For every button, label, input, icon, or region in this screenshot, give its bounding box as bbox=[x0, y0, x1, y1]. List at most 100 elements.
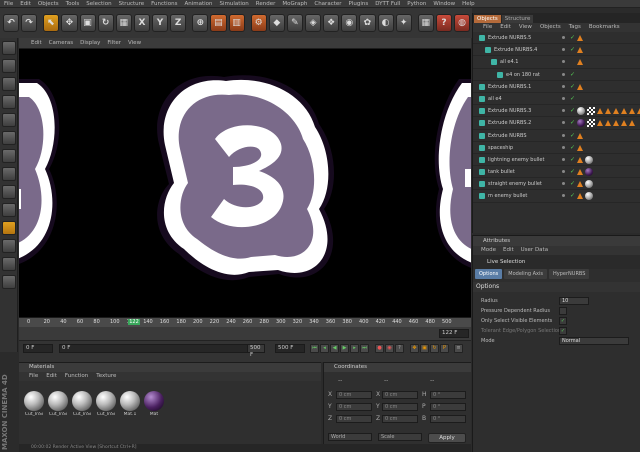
phong-tag-icon[interactable] bbox=[629, 120, 635, 127]
object-row[interactable]: Extrude NURBS ✓ bbox=[473, 130, 640, 142]
objects-menu-edit[interactable]: Edit bbox=[500, 24, 511, 30]
attribute-tab-modeling-axis[interactable]: Modeling Axis bbox=[504, 269, 548, 279]
live-selection-left-icon[interactable] bbox=[2, 221, 16, 235]
viewport-menu-display[interactable]: Display bbox=[80, 40, 100, 46]
mode-select[interactable]: Normal bbox=[559, 337, 629, 345]
play-icon[interactable]: ▶ bbox=[340, 344, 349, 353]
deformer-icon[interactable]: ◉ bbox=[341, 14, 358, 32]
visibility-dot-icon[interactable] bbox=[562, 157, 565, 161]
next-frame-icon[interactable]: ▸ bbox=[350, 344, 359, 353]
object-row[interactable]: Extrude NURBS.2 ✓ bbox=[473, 117, 640, 130]
attribute-checkbox[interactable]: ✓ bbox=[559, 327, 567, 335]
tab-structure[interactable]: Structure bbox=[501, 15, 534, 23]
coordinate-system-icon[interactable]: ⊕ bbox=[192, 14, 209, 32]
object-row[interactable]: Extrude NURBS.1 ✓ bbox=[473, 81, 640, 93]
object-row[interactable]: Extrude NURBS.5 ✓ bbox=[473, 32, 640, 45]
object-row[interactable]: m enemy bullet ✓ bbox=[473, 190, 640, 203]
position-key-icon[interactable]: ✥ bbox=[410, 344, 419, 353]
visibility-dot-icon[interactable] bbox=[562, 109, 565, 113]
visibility-dot-icon[interactable] bbox=[562, 194, 565, 198]
model-tool-icon[interactable] bbox=[2, 59, 16, 73]
phong-tag-icon[interactable] bbox=[577, 144, 583, 151]
menu-objects[interactable]: Objects bbox=[38, 1, 59, 7]
phong-tag-icon[interactable] bbox=[613, 120, 619, 127]
object-name[interactable]: all e4.1 bbox=[500, 56, 518, 68]
objects-menu-objects[interactable]: Objects bbox=[540, 24, 561, 30]
objects-menu-bookmarks[interactable]: Bookmarks bbox=[589, 24, 620, 30]
object-name[interactable]: tank bullet bbox=[488, 166, 515, 178]
rotation-key-icon[interactable]: ↻ bbox=[430, 344, 439, 353]
enabled-check-icon[interactable]: ✓ bbox=[570, 81, 575, 93]
visibility-dot-icon[interactable] bbox=[562, 145, 565, 149]
go-to-start-icon[interactable]: ⏮ bbox=[310, 344, 319, 353]
menu-python[interactable]: Python bbox=[407, 1, 426, 7]
scale-key-icon[interactable]: ▣ bbox=[420, 344, 429, 353]
render-settings-icon[interactable]: ⚙ bbox=[250, 14, 267, 32]
materials-menu-function[interactable]: Function bbox=[65, 373, 88, 379]
objects-menu-file[interactable]: File bbox=[483, 24, 492, 30]
prev-key-icon[interactable]: ◂ bbox=[320, 344, 329, 353]
visibility-dot-icon[interactable] bbox=[562, 84, 565, 88]
material-tag-icon[interactable] bbox=[577, 119, 585, 128]
menu-selection[interactable]: Selection bbox=[86, 1, 111, 7]
object-name[interactable]: e4 on 180 rat bbox=[506, 69, 540, 81]
phong-tag-icon[interactable] bbox=[577, 35, 583, 41]
enabled-check-icon[interactable]: ✓ bbox=[570, 166, 575, 178]
recent-tools-icon[interactable]: ▦ bbox=[115, 14, 132, 32]
object-name[interactable]: Extrude NURBS.5 bbox=[488, 32, 531, 44]
uvw-tag-icon[interactable] bbox=[587, 119, 595, 128]
attributes-menu-edit[interactable]: Edit bbox=[503, 247, 514, 253]
z-axis-icon[interactable]: Z bbox=[170, 14, 187, 32]
attribute-tab-hypernurbs[interactable]: HyperNURBS bbox=[549, 269, 590, 279]
phong-tag-icon[interactable] bbox=[577, 156, 583, 163]
enabled-check-icon[interactable]: ✓ bbox=[570, 93, 575, 105]
redo-icon[interactable]: ↷ bbox=[21, 14, 38, 32]
object-name[interactable]: Extrude NURBS.1 bbox=[488, 81, 531, 93]
points-mode-icon[interactable] bbox=[2, 113, 16, 127]
object-row[interactable]: Extrude NURBS.3 ✓ bbox=[473, 105, 640, 118]
material-tag-icon[interactable] bbox=[585, 180, 593, 189]
menu-tools[interactable]: Tools bbox=[66, 1, 80, 7]
phong-tag-icon[interactable] bbox=[605, 108, 611, 115]
object-row[interactable]: spaceship ✓ bbox=[473, 142, 640, 154]
attribute-checkbox[interactable]: ✓ bbox=[559, 317, 567, 325]
enable-axis-icon[interactable] bbox=[2, 167, 16, 181]
object-row[interactable]: lightning enemy bullet ✓ bbox=[473, 154, 640, 167]
phong-tag-icon[interactable] bbox=[577, 193, 583, 200]
end-frame-field[interactable]: 500 F bbox=[275, 344, 305, 353]
phong-tag-icon[interactable] bbox=[597, 108, 603, 115]
size-field[interactable]: 0 cm bbox=[382, 391, 418, 399]
material-swatch[interactable]: Cut_InSi bbox=[95, 391, 117, 425]
visibility-dot-icon[interactable] bbox=[562, 96, 565, 100]
phong-tag-icon[interactable] bbox=[577, 169, 583, 176]
material-tag-icon[interactable] bbox=[585, 168, 593, 177]
viewport-menu-cameras[interactable]: Cameras bbox=[49, 40, 73, 46]
enabled-check-icon[interactable]: ✓ bbox=[570, 44, 575, 56]
visibility-dot-icon[interactable] bbox=[562, 170, 565, 174]
texture-tool-icon[interactable] bbox=[2, 77, 16, 91]
object-row[interactable]: e4 on 180 rat ✓ bbox=[473, 69, 640, 81]
key-selection-icon[interactable]: ? bbox=[395, 344, 404, 353]
visibility-dot-icon[interactable] bbox=[562, 72, 565, 76]
timeline-menu-icon[interactable]: ≡ bbox=[454, 344, 463, 353]
position-field[interactable]: 0 cm bbox=[336, 415, 372, 423]
menu-functions[interactable]: Functions bbox=[151, 1, 177, 7]
planar-workplane-icon[interactable] bbox=[2, 275, 16, 289]
object-row[interactable]: straight enemy bullet ✓ bbox=[473, 178, 640, 191]
menu-structure[interactable]: Structure bbox=[119, 1, 145, 7]
menu-simulation[interactable]: Simulation bbox=[219, 1, 248, 7]
enabled-check-icon[interactable]: ✓ bbox=[570, 117, 575, 129]
cube-icon[interactable]: ◆ bbox=[268, 14, 285, 32]
menu-file[interactable]: File bbox=[4, 1, 13, 7]
enabled-check-icon[interactable]: ✓ bbox=[570, 105, 575, 117]
go-to-end-icon[interactable]: ⏭ bbox=[360, 344, 369, 353]
polygons-mode-icon[interactable] bbox=[2, 149, 16, 163]
object-name[interactable]: Extrude NURBS.3 bbox=[488, 105, 531, 117]
object-name[interactable]: Extrude NURBS bbox=[488, 130, 527, 142]
material-swatch[interactable]: Cut_InSi bbox=[23, 391, 45, 425]
size-field[interactable]: 0 cm bbox=[382, 403, 418, 411]
scene-icon[interactable]: ✿ bbox=[359, 14, 376, 32]
render-picture-viewer-icon[interactable]: ▥ bbox=[228, 14, 245, 32]
position-field[interactable]: 0 cm bbox=[336, 403, 372, 411]
object-name[interactable]: lightning enemy bullet bbox=[488, 154, 544, 166]
